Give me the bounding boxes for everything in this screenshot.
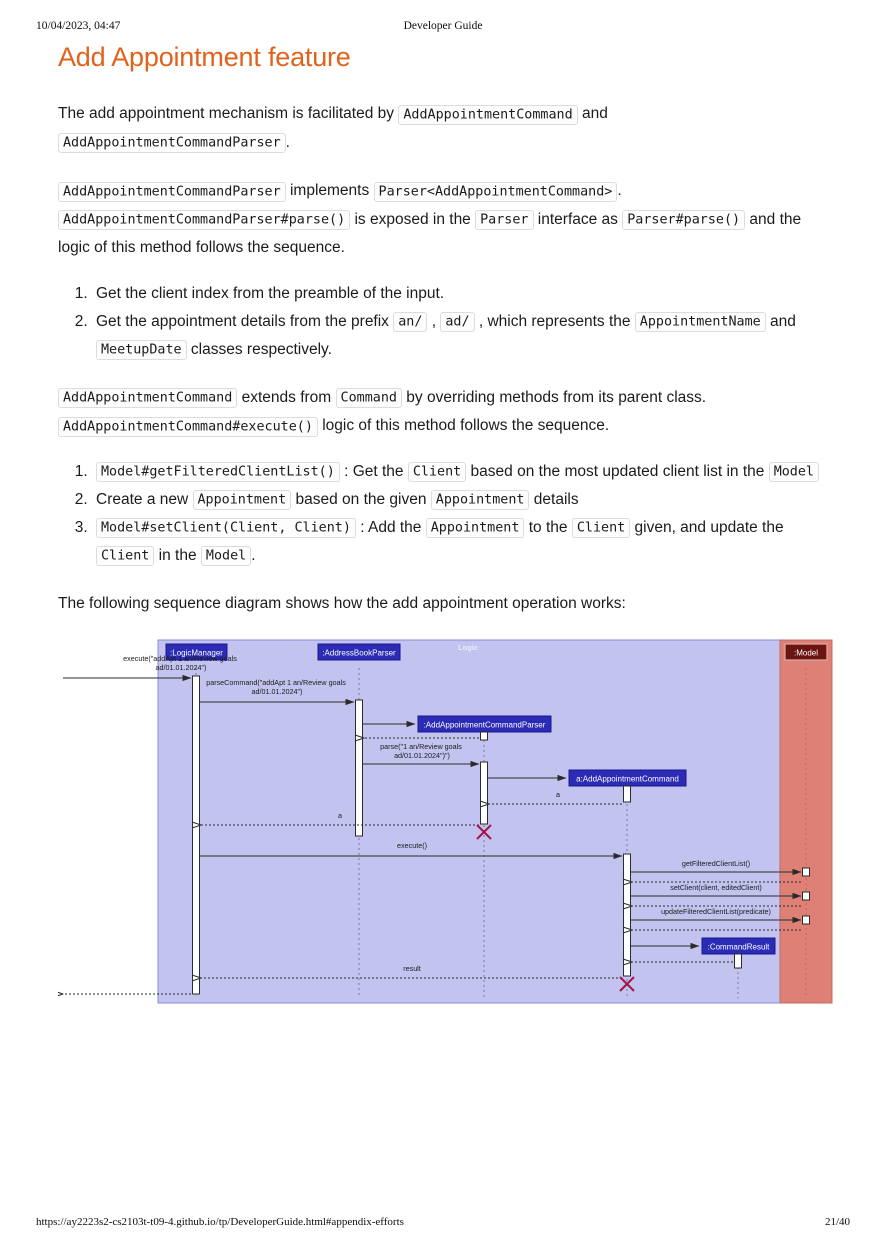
text: based on the most updated client list in… (466, 462, 769, 480)
paragraph-command: AddAppointmentCommand extends from Comma… (58, 384, 828, 441)
code-appointment-1: Appointment (192, 490, 292, 510)
parser-steps-list: Get the client index from the preamble o… (58, 280, 828, 364)
activation-model-2 (802, 891, 810, 901)
activation-model-3 (802, 915, 810, 925)
activation-command-result (734, 953, 742, 969)
code-parser-hash-parse: Parser#parse() (622, 210, 746, 230)
text: to the (524, 518, 572, 536)
text: in the (154, 546, 201, 564)
activation-parser-create (480, 731, 488, 741)
participant-label: :CommandResult (708, 942, 771, 951)
code-appointment-2: Appointment (430, 490, 530, 510)
text: by overriding methods from its parent cl… (401, 388, 707, 406)
document-content: Add Appointment feature The add appointm… (58, 40, 833, 1004)
text: and (765, 312, 796, 330)
message-label: a (338, 811, 342, 820)
code-parser-class: AddAppointmentCommandParser (58, 181, 286, 202)
text: details (529, 490, 579, 508)
text: based on the given (291, 490, 431, 508)
print-footer-page: 21/40 (824, 1216, 850, 1228)
code-model-2: Model (200, 546, 252, 566)
activation-command-create (623, 785, 631, 803)
list-item: Get the client index from the preamble o… (92, 280, 828, 308)
participant-add-appointment-command: a:AddAppointmentCommand (568, 769, 687, 787)
text: Get the appointment details from the pre… (96, 312, 394, 330)
code-model-get-filtered-client-list: Model#getFilteredClientList() (96, 462, 340, 482)
text: , (427, 312, 441, 330)
text: . (617, 182, 622, 199)
message-label: execute() (397, 841, 427, 850)
print-footer: https://ay2223s2-cs2103t-t09-4.github.io… (0, 1216, 886, 1232)
message-label: getFilteredClientList() (682, 859, 750, 868)
text: . (251, 546, 256, 564)
code-model-set-client: Model#setClient(Client, Client) (96, 518, 356, 538)
code-prefix-an: an/ (393, 312, 428, 332)
list-item: Model#getFilteredClientList() : Get the … (92, 458, 828, 486)
text: . (285, 133, 290, 151)
code-command-execute: AddAppointmentCommand#execute() (58, 416, 318, 437)
code-appointment-3: Appointment (425, 518, 525, 538)
text: extends from (237, 388, 336, 406)
command-steps-list: Model#getFilteredClientList() : Get the … (58, 458, 828, 570)
code-add-appointment-command: AddAppointmentCommand (398, 104, 578, 125)
code-client-1: Client (407, 462, 467, 482)
message-label: result (403, 964, 421, 973)
code-prefix-ad: ad/ (440, 312, 475, 332)
paragraph-diagram-caption: The following sequence diagram shows how… (58, 594, 626, 612)
text: interface as (533, 210, 623, 228)
activation-command-execute (623, 853, 631, 977)
text: Create a new (96, 490, 193, 508)
text: implements (285, 182, 374, 199)
paragraph-parser: AddAppointmentCommandParser implements P… (58, 177, 828, 263)
text: given, and update the (630, 518, 784, 536)
participant-address-book-parser: :AddressBookParser (317, 643, 401, 661)
code-appointment-name: AppointmentName (634, 312, 766, 332)
message-label: updateFilteredClientList(predicate) (661, 907, 771, 916)
code-client-3: Client (96, 546, 155, 566)
paragraph-intro: The add appointment mechanism is facilit… (58, 100, 828, 157)
text: , which represents the (474, 312, 635, 330)
print-footer-url: https://ay2223s2-cs2103t-t09-4.github.io… (36, 1216, 404, 1228)
participant-command-result: :CommandResult (701, 937, 776, 955)
diagram-group-label-logic: Logic (458, 643, 478, 652)
code-parser-interface: Parser (475, 210, 534, 230)
text: and (577, 105, 608, 122)
text: The add appointment mechanism is facilit… (58, 105, 399, 122)
sequence-diagram-svg: Logic Model :LogicMa (58, 639, 833, 1004)
participant-add-appointment-command-parser: :AddAppointmentCommandParser (417, 715, 552, 733)
code-command-class: AddAppointmentCommand (58, 388, 238, 408)
text: Get the client index from the preamble o… (96, 284, 445, 302)
code-parser-parse-method: AddAppointmentCommandParser#parse() (58, 210, 351, 230)
activation-model-1 (802, 867, 810, 877)
text: : Get the (339, 462, 408, 480)
text: : Add the (355, 518, 426, 536)
text: is exposed in the (350, 210, 476, 228)
list-item: Model#setClient(Client, Client) : Add th… (92, 514, 828, 570)
list-item: Get the appointment details from the pre… (92, 308, 828, 364)
list-item: Create a new Appointment based on the gi… (92, 486, 828, 514)
code-parser-generic: Parser<AddAppointmentCommand> (373, 181, 618, 202)
code-client-2: Client (571, 518, 631, 538)
activation-address-book-parser (355, 699, 363, 837)
text: classes respectively. (186, 340, 332, 358)
activation-parser-parse (480, 761, 488, 825)
sequence-diagram: Logic Model :LogicMa (58, 632, 834, 1004)
code-command-parent: Command (335, 388, 402, 408)
participant-label: :Model (794, 648, 818, 657)
page-title: Add Appointment feature (58, 42, 351, 72)
code-add-appointment-command-parser: AddAppointmentCommandParser (58, 133, 286, 153)
participant-label: :AddressBookParser (322, 648, 396, 657)
participant-label: :AddAppointmentCommandParser (424, 720, 546, 729)
print-header: 10/04/2023, 04:47 Developer Guide (0, 20, 886, 36)
text: logic of this method follows the sequenc… (317, 417, 610, 434)
code-meetup-date: MeetupDate (96, 340, 187, 360)
participant-model: :Model (784, 643, 828, 661)
message-label: a (556, 790, 560, 799)
code-model-1: Model (768, 462, 819, 482)
document-page: 10/04/2023, 04:47 Developer Guide Add Ap… (0, 0, 886, 1253)
activation-logic-manager (192, 675, 200, 995)
message-label: setClient(client, editedClient) (670, 883, 761, 892)
print-header-title: Developer Guide (403, 20, 483, 32)
participant-label: a:AddAppointmentCommand (576, 774, 679, 783)
